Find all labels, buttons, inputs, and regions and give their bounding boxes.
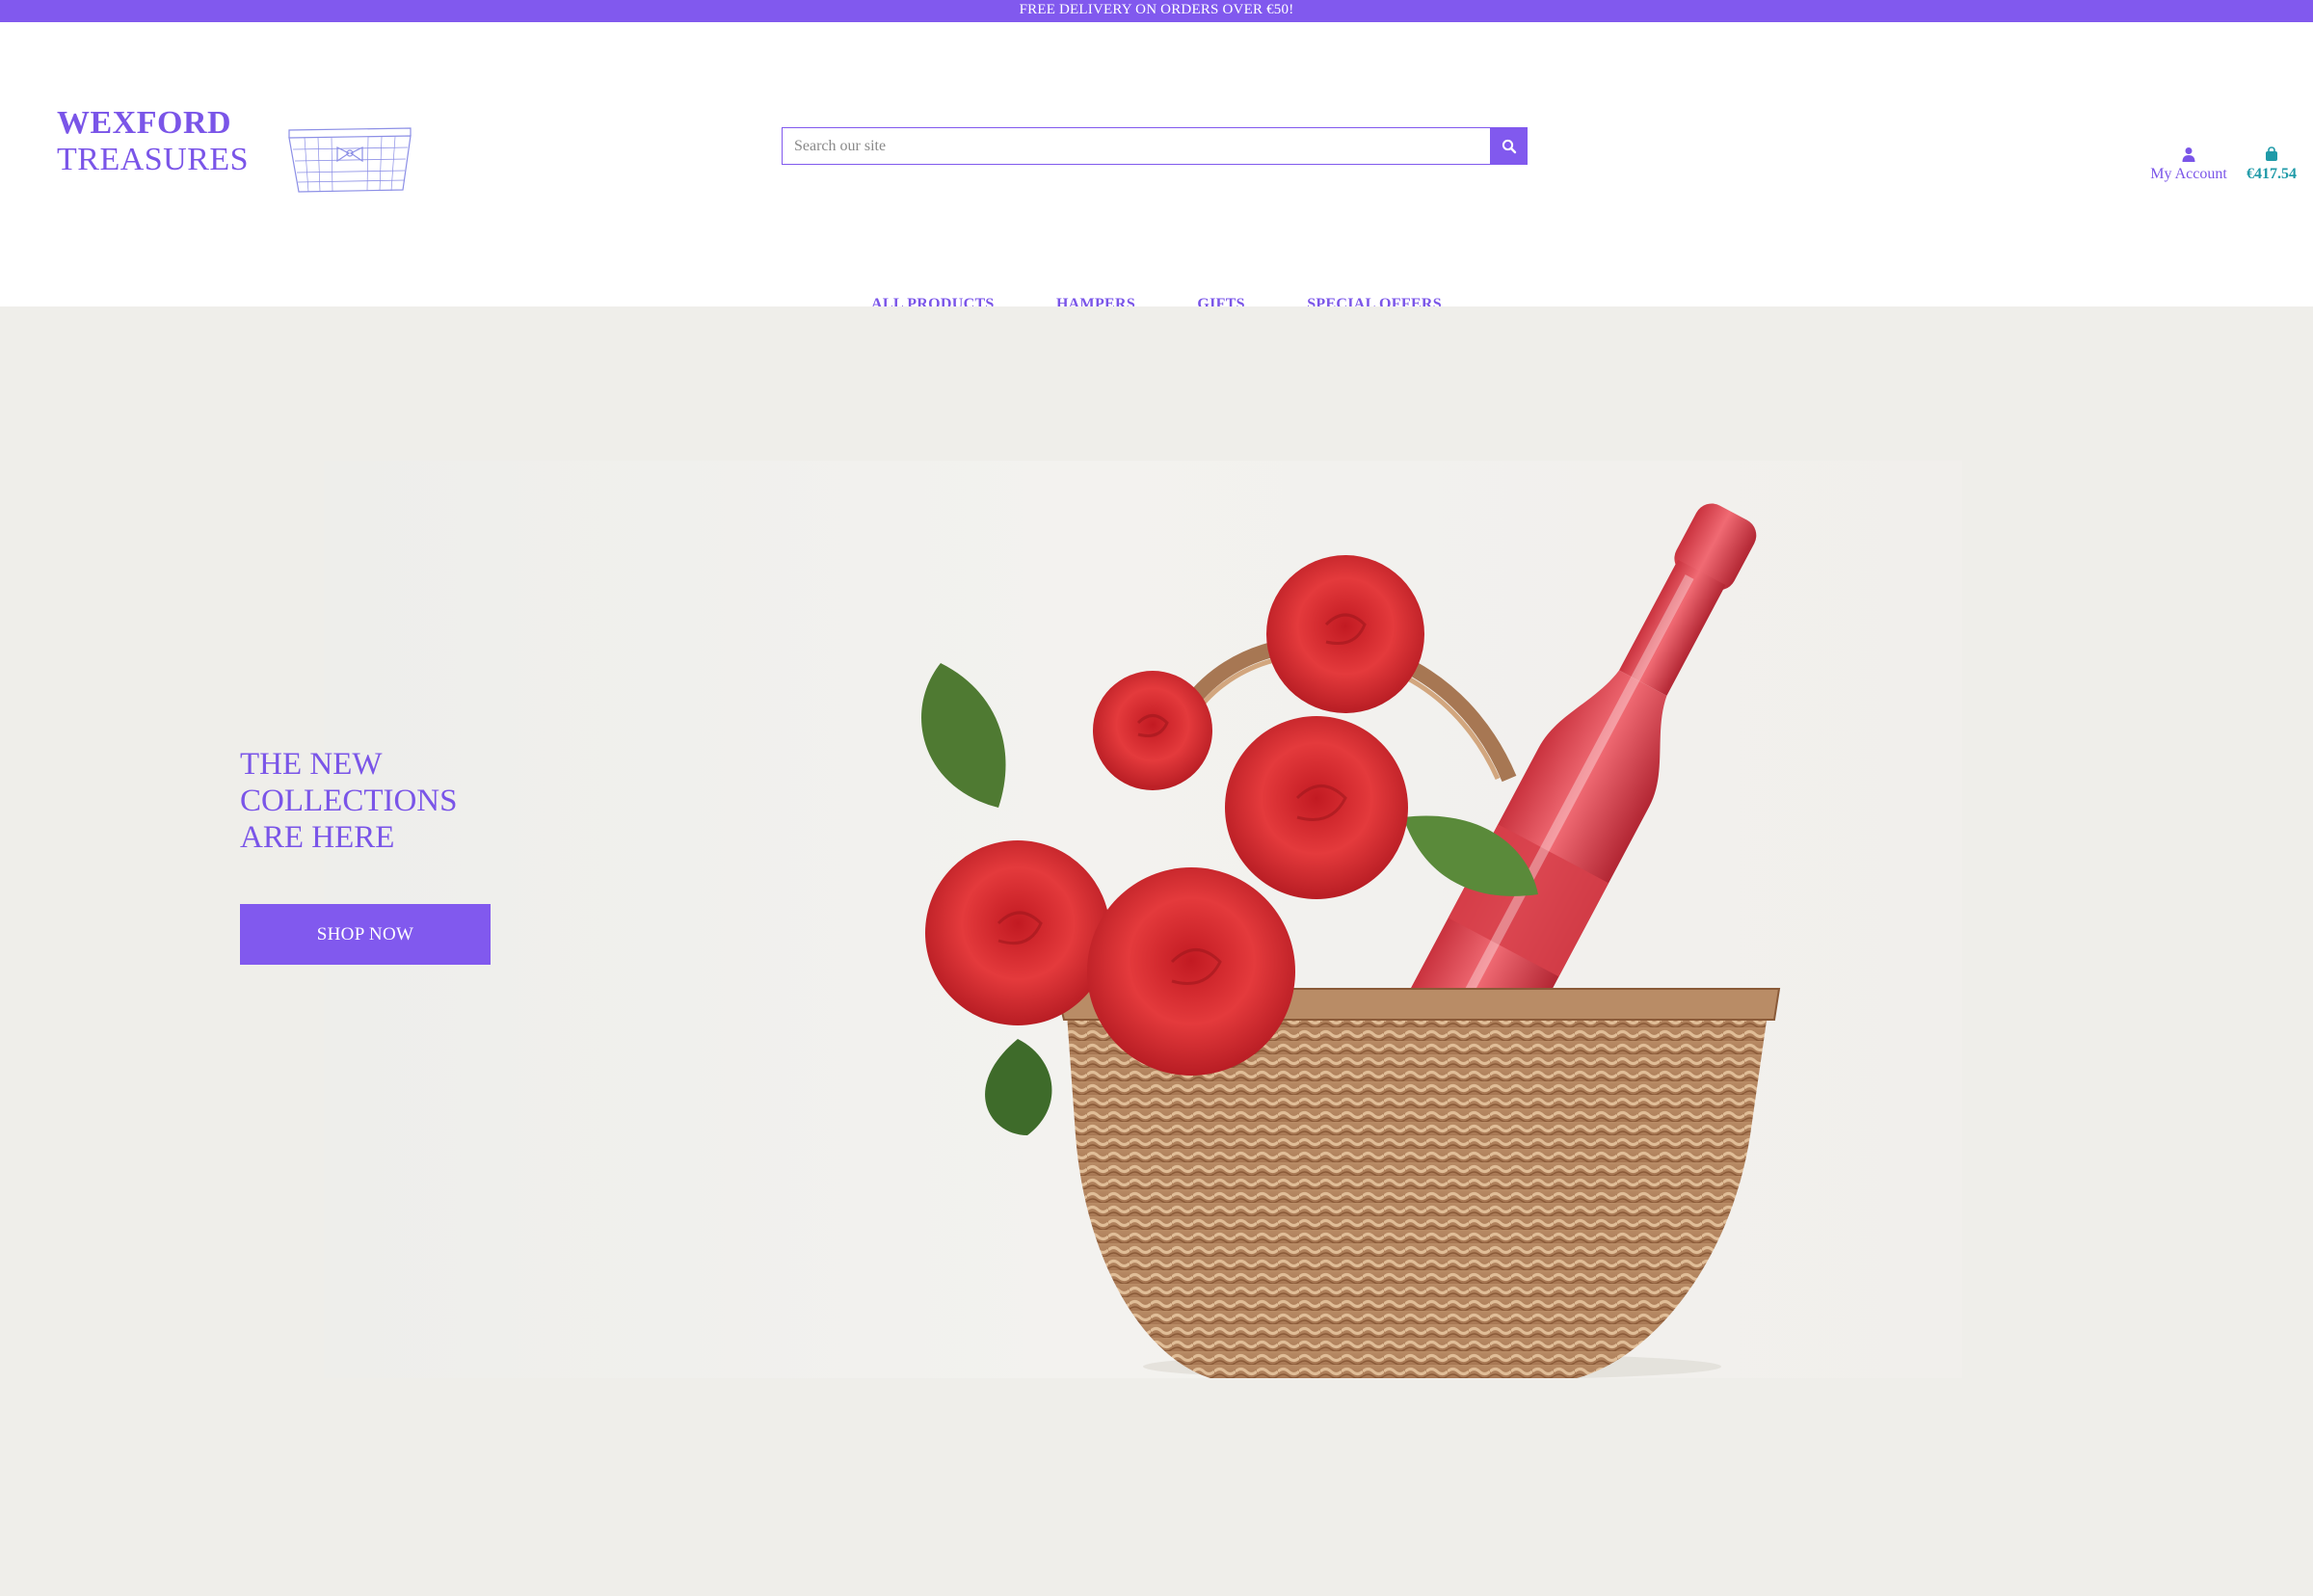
promo-banner: FREE DELIVERY ON ORDERS OVER €50! (0, 0, 2313, 22)
hero-heading: THE NEW COLLECTIONS ARE HERE (240, 747, 458, 855)
shopping-bag-icon (2266, 146, 2277, 161)
hero-image (324, 461, 1962, 1378)
brand-name-line2: TREASURES (57, 142, 250, 177)
hero-illustration (921, 503, 1781, 1378)
search-bar (782, 127, 1528, 165)
site-header: WEXFORD TREASURES My Account (0, 22, 2313, 312)
basket-logo-icon[interactable] (285, 115, 414, 198)
search-input[interactable] (782, 127, 1490, 165)
brand-logo-text[interactable]: WEXFORD TREASURES (57, 105, 249, 178)
cart-link[interactable]: €417.54 (2238, 146, 2305, 183)
search-icon (1502, 139, 1516, 153)
search-button[interactable] (1490, 127, 1528, 165)
account-label: My Account (2150, 166, 2227, 182)
account-link[interactable]: My Account (2145, 146, 2232, 183)
cart-total: €417.54 (2247, 166, 2297, 182)
promo-text: FREE DELIVERY ON ORDERS OVER €50! (1019, 2, 1294, 17)
brand-name-line1: WEXFORD (57, 105, 232, 141)
shop-now-button[interactable]: SHOP NOW (240, 904, 491, 965)
hero-banner: THE NEW COLLECTIONS ARE HERE SHOP NOW (0, 306, 2313, 1596)
user-icon (2182, 147, 2195, 162)
